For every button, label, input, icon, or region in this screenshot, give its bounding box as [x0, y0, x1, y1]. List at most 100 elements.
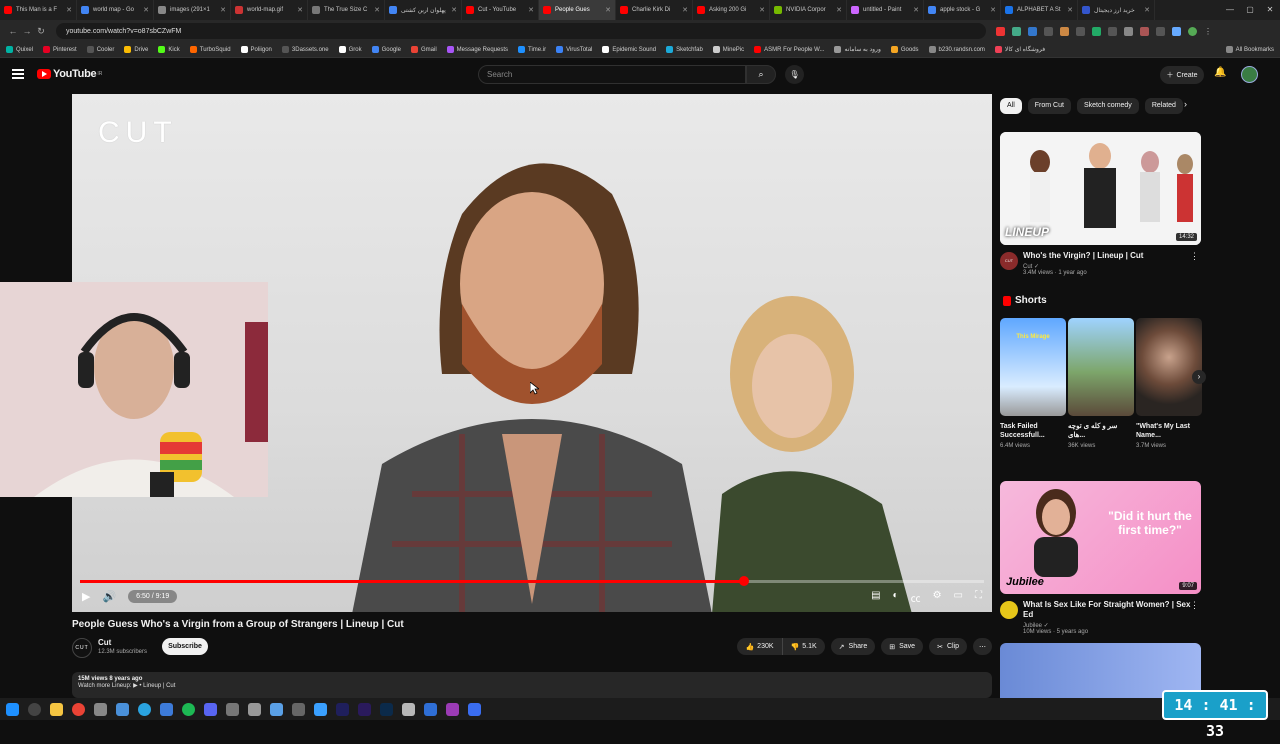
- clip-button[interactable]: ✂ Clip: [929, 638, 967, 655]
- description-box[interactable]: 15M views 8 years ago Watch more Lineup:…: [72, 672, 992, 698]
- bookmark-item[interactable]: Poliigon: [240, 46, 272, 53]
- tab-close-icon[interactable]: ✕: [759, 6, 765, 14]
- app-icon[interactable]: [424, 702, 437, 716]
- browser-tab[interactable]: The True Size C ✕: [308, 0, 385, 20]
- extension-icon[interactable]: [1140, 26, 1149, 36]
- menu-icon[interactable]: ⋮: [1204, 27, 1213, 36]
- bookmark-item[interactable]: Cooler: [86, 46, 114, 53]
- tab-close-icon[interactable]: ✕: [605, 6, 611, 14]
- chrome-icon[interactable]: [72, 702, 85, 716]
- short-item[interactable]: This Mirage Task Failed Successfull... 6…: [1000, 318, 1066, 449]
- settings-gear-icon[interactable]: ⚙: [933, 590, 942, 605]
- browser-tab[interactable]: world-map.gif ✕: [231, 0, 308, 20]
- telegram-icon[interactable]: [138, 702, 151, 716]
- app-icon[interactable]: [468, 702, 481, 716]
- more-actions-button[interactable]: ⋯: [973, 638, 992, 655]
- chevron-right-icon[interactable]: ›: [1184, 99, 1187, 109]
- tab-close-icon[interactable]: ✕: [836, 6, 842, 14]
- bookmark-item[interactable]: Google: [371, 46, 401, 53]
- tab-close-icon[interactable]: ✕: [451, 6, 457, 14]
- bookmark-item[interactable]: Gmail: [410, 46, 437, 53]
- reload-icon[interactable]: ↻: [34, 26, 48, 37]
- taskbar-search-icon[interactable]: [28, 702, 41, 716]
- browser-tab[interactable]: apple stock - G ✕: [924, 0, 1001, 20]
- spotify-icon[interactable]: [182, 702, 195, 716]
- tab-close-icon[interactable]: ✕: [220, 6, 226, 14]
- extension-icon[interactable]: [1172, 26, 1181, 36]
- search-input[interactable]: Search: [478, 65, 746, 84]
- photoshop-icon[interactable]: [380, 702, 393, 716]
- forward-icon[interactable]: →: [20, 26, 34, 36]
- bookmark-item[interactable]: Quixel: [6, 46, 33, 53]
- more-options-icon[interactable]: ⋮: [1190, 600, 1199, 611]
- premiere-icon[interactable]: [358, 702, 371, 716]
- save-button[interactable]: ⊞ Save: [881, 638, 924, 655]
- channel-avatar[interactable]: CUT: [1000, 252, 1018, 270]
- app-icon[interactable]: [292, 702, 305, 716]
- app-icon[interactable]: [314, 702, 327, 716]
- extension-icon[interactable]: [1060, 26, 1069, 36]
- bookmark-item[interactable]: فروشگاه ای کالا: [994, 46, 1045, 53]
- browser-tab[interactable]: Charlie Kirk Di ✕: [616, 0, 693, 20]
- channel-name[interactable]: Cut: [98, 638, 111, 647]
- volume-icon[interactable]: 🔊: [102, 590, 116, 603]
- like-button[interactable]: 👍 230K: [737, 638, 781, 655]
- app-icon[interactable]: [446, 702, 459, 716]
- video-thumbnail[interactable]: "Did it hurt the first time?" Jubilee 9:…: [1000, 481, 1201, 594]
- profile-icon[interactable]: [1188, 26, 1197, 36]
- extension-icon[interactable]: [1092, 26, 1101, 36]
- app-icon[interactable]: [226, 702, 239, 716]
- extension-icon[interactable]: [996, 26, 1005, 36]
- notifications-bell-icon[interactable]: 🔔: [1214, 67, 1226, 78]
- tab-close-icon[interactable]: ✕: [1067, 6, 1073, 14]
- more-options-icon[interactable]: ⋮: [1190, 251, 1199, 262]
- browser-tab[interactable]: Cut - YouTube ✕: [462, 0, 539, 20]
- discord-icon[interactable]: [204, 702, 217, 716]
- bookmark-item[interactable]: Message Requests: [446, 46, 508, 53]
- recommended-video[interactable]: LINEUP 14:32 CUT Who's the Virgin? | Lin…: [1000, 132, 1201, 276]
- browser-tab[interactable]: ALPHABET A St ✕: [1001, 0, 1078, 20]
- channel-avatar[interactable]: CUT: [72, 638, 92, 658]
- bookmark-item[interactable]: Pinterest: [43, 46, 77, 53]
- bookmark-item[interactable]: b230.randsn.com: [928, 46, 985, 53]
- app-icon[interactable]: [94, 702, 107, 716]
- extension-icon[interactable]: [1124, 26, 1133, 36]
- bookmark-item[interactable]: ASMR For People W...: [754, 46, 824, 53]
- share-button[interactable]: ↗ Share: [830, 638, 876, 655]
- recommended-video[interactable]: "Did it hurt the first time?" Jubilee 9:…: [1000, 481, 1201, 635]
- bookmark-item[interactable]: MinePic: [712, 46, 744, 53]
- bookmark-item[interactable]: Time.ir: [518, 46, 546, 53]
- browser-tab[interactable]: images (291×1 ✕: [154, 0, 231, 20]
- close-window-icon[interactable]: ✕: [1260, 0, 1280, 20]
- extension-icon[interactable]: [1076, 26, 1085, 36]
- shorts-next-icon[interactable]: ›: [1192, 370, 1206, 384]
- tab-close-icon[interactable]: ✕: [374, 6, 380, 14]
- search-button[interactable]: ⌕: [746, 65, 776, 84]
- bookmark-item[interactable]: Kick: [158, 46, 180, 53]
- extension-icon[interactable]: [1108, 26, 1117, 36]
- theater-mode-icon[interactable]: ▭: [954, 590, 963, 605]
- user-avatar[interactable]: [1241, 66, 1258, 83]
- tab-close-icon[interactable]: ✕: [990, 6, 996, 14]
- tab-close-icon[interactable]: ✕: [913, 6, 919, 14]
- url-field[interactable]: youtube.com/watch?v=o87sbCZwFM: [56, 23, 986, 39]
- app-icon[interactable]: [402, 702, 415, 716]
- tab-close-icon[interactable]: ✕: [1144, 6, 1150, 14]
- browser-tab[interactable]: پهلوان اربن کشتی ✕: [385, 0, 462, 20]
- bookmark-item[interactable]: Grok: [338, 46, 362, 53]
- after-effects-icon[interactable]: [336, 702, 349, 716]
- youtube-logo[interactable]: YouTube IR: [37, 68, 102, 80]
- voice-search-icon[interactable]: 🎙: [785, 65, 804, 84]
- tab-close-icon[interactable]: ✕: [66, 6, 72, 14]
- dislike-button[interactable]: 👎 5.1K: [781, 638, 825, 655]
- browser-tab[interactable]: Asking 200 Gi ✕: [693, 0, 770, 20]
- bookmark-item[interactable]: Goods: [890, 46, 919, 53]
- bookmark-item[interactable]: Sketchfab: [666, 46, 703, 53]
- extension-icon[interactable]: [1156, 26, 1165, 36]
- chip-sketch-comedy[interactable]: Sketch comedy: [1076, 98, 1139, 114]
- extension-icon[interactable]: [1044, 26, 1053, 36]
- maximize-icon[interactable]: ▢: [1240, 0, 1260, 20]
- app-icon[interactable]: [160, 702, 173, 716]
- bookmark-item[interactable]: ورود به سامانه: [834, 46, 881, 53]
- short-item[interactable]: "What's My Last Name... 3.7M views: [1136, 318, 1202, 449]
